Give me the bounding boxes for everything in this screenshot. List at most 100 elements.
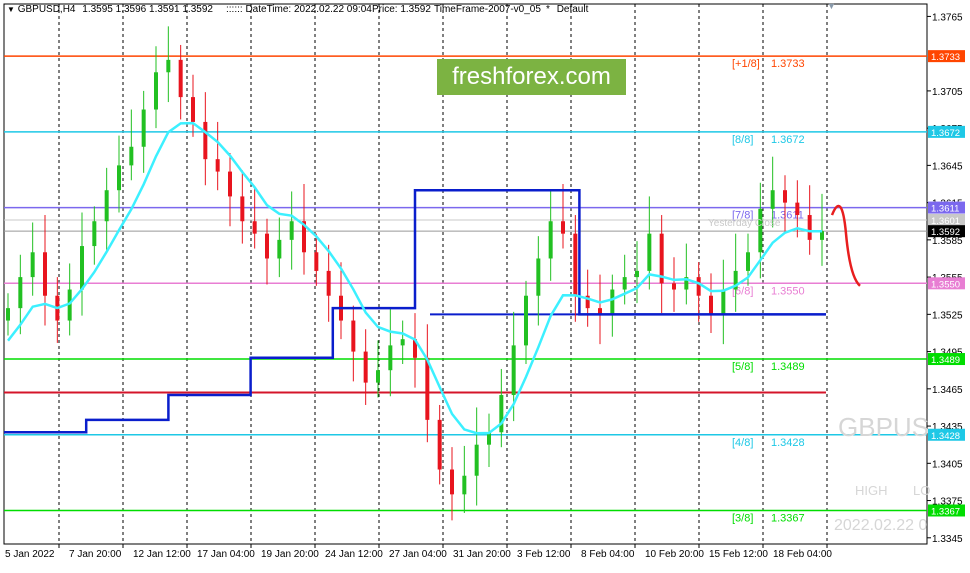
x-tick-label: 3 Feb 12:00 (517, 549, 571, 560)
x-tick-label: 7 Jan 20:00 (69, 549, 122, 560)
x-tick-label: 27 Jan 04:00 (389, 549, 447, 560)
x-tick-label: 19 Jan 20:00 (261, 549, 319, 560)
candle-body (635, 270, 639, 278)
x-tick-label: 31 Jan 20:00 (453, 549, 511, 560)
candle-body (462, 475, 467, 495)
candle-body (425, 357, 430, 420)
candle-body (573, 233, 578, 296)
watermark-date: 2022.02.22 0 (834, 517, 928, 534)
y-tick-label: 1.3525 (932, 310, 963, 321)
y-axis: 1.37651.37051.36751.36451.36151.35851.35… (927, 12, 965, 545)
level-value-six_eighths: 1.3550 (771, 285, 805, 297)
candle-body (154, 72, 158, 110)
candle-body (289, 221, 294, 240)
symbol-label: GBPUSD,H4 (17, 4, 76, 15)
candle-body (191, 97, 195, 122)
asterisk-icon: * (546, 4, 550, 15)
ohlc-values: 1.3595 1.3596 1.3591 1.3592 (82, 4, 213, 15)
candle-body (474, 444, 479, 476)
level-value-plus_one_eighth: 1.3733 (771, 58, 805, 70)
candle-body (561, 221, 565, 234)
x-tick-label: 24 Jan 12:00 (325, 549, 383, 560)
candle-body (141, 109, 146, 147)
default-label: Default (556, 4, 589, 15)
candle-body (30, 252, 35, 278)
y-tick-label: 1.3765 (932, 12, 963, 23)
price-label: Price: 1.3592 (372, 4, 431, 15)
x-tick-label: 10 Feb 20:00 (645, 549, 704, 560)
x-tick-label: 8 Feb 04:00 (581, 549, 635, 560)
level-value-four_eighths: 1.3428 (771, 437, 805, 449)
candle-body (80, 246, 84, 290)
level-badge-text: 1.3367 (931, 506, 960, 517)
x-tick-label: 12 Jan 12:00 (133, 549, 191, 560)
candle-body (622, 277, 627, 290)
candle-body (178, 59, 183, 98)
candle-body (499, 395, 504, 433)
triangle-down-icon[interactable]: ▼ (827, 1, 836, 11)
level-badge-text: 1.3428 (931, 431, 960, 442)
level-badge-text: 1.3672 (931, 128, 960, 139)
x-axis: 5 Jan 2022 7 Jan 20:00 12 Jan 12:00 17 Jan … (5, 544, 832, 560)
timeframe-label: TimeFrame-2007-v0_05 (434, 4, 541, 15)
triangle-down-icon[interactable]: ▼ (7, 5, 15, 14)
x-tick-label: 15 Feb 12:00 (709, 549, 768, 560)
candle-body (721, 289, 726, 315)
candle-body (314, 252, 319, 271)
candle-body (746, 252, 750, 271)
level-value-five_eighths: 1.3489 (771, 361, 805, 373)
candle-body (363, 351, 368, 383)
candle-body (43, 252, 47, 296)
candle-body (820, 231, 824, 240)
candle-body (437, 419, 442, 470)
y-tick-label: 1.3405 (932, 459, 963, 470)
level-label-plus_one_eighth: [+1/8] (732, 58, 760, 70)
yesterday-close-label: Yesterday Close (708, 218, 781, 229)
level-badge-text: 1.3489 (931, 355, 960, 366)
candle-body (215, 159, 220, 172)
price-chart[interactable]: [+1/8] 1.3733 [8/8] 1.3672 [7/8] 1.3611 [6/8] 1… (0, 0, 970, 568)
candle-body (388, 345, 393, 371)
level-badge-text: 1.3550 (931, 279, 960, 290)
watermark-low: LO (913, 483, 931, 498)
candle-body (450, 469, 454, 495)
candle-body (400, 339, 405, 346)
candle-body (536, 258, 541, 296)
x-tick-label: 18 Feb 04:00 (773, 549, 832, 560)
y-tick-label: 1.3465 (932, 385, 963, 396)
candle-body (117, 165, 121, 191)
candle-body (807, 215, 812, 240)
watermark-symbol: GBPUS (838, 412, 930, 442)
brand-logo: freshforex.com (437, 59, 626, 95)
candle-body (252, 221, 257, 234)
watermark-high: HIGH (855, 483, 888, 498)
candle-body (265, 233, 269, 259)
level-label-five_eighths: [5/8] (732, 361, 753, 373)
candle-body (92, 221, 97, 247)
y-tick-label: 1.3645 (932, 161, 963, 172)
x-tick-label: 17 Jan 04:00 (197, 549, 255, 560)
candle-body (511, 345, 516, 396)
candle-body (548, 221, 553, 259)
y-tick-label: 1.3705 (932, 87, 963, 98)
candle-body (277, 239, 282, 259)
level-label-eight_eighths: [8/8] (732, 134, 753, 146)
candle-body (326, 270, 331, 296)
candle-body (647, 233, 652, 271)
candle-body (524, 295, 528, 346)
level-value-eight_eighths: 1.3672 (771, 134, 805, 146)
level-label-three_eighths: [3/8] (732, 512, 753, 524)
candle-body (672, 283, 676, 290)
level-label-four_eighths: [4/8] (732, 437, 753, 449)
candle-body (18, 277, 23, 309)
candle-body (376, 370, 380, 383)
level-badge-text: 1.3611 (931, 204, 959, 215)
datetime-label: :::::: DateTime: 2022.02.22 09:04 (226, 4, 372, 15)
candle-body (770, 190, 775, 209)
default-label-wrap: * Default (546, 4, 588, 15)
candle-body (228, 171, 232, 197)
level-badge-text: 1.3733 (931, 52, 960, 63)
y-tick-label: 1.3345 (932, 534, 963, 545)
level-value-three_eighths: 1.3367 (771, 512, 805, 524)
price-badge-text: 1.3592 (931, 227, 960, 238)
